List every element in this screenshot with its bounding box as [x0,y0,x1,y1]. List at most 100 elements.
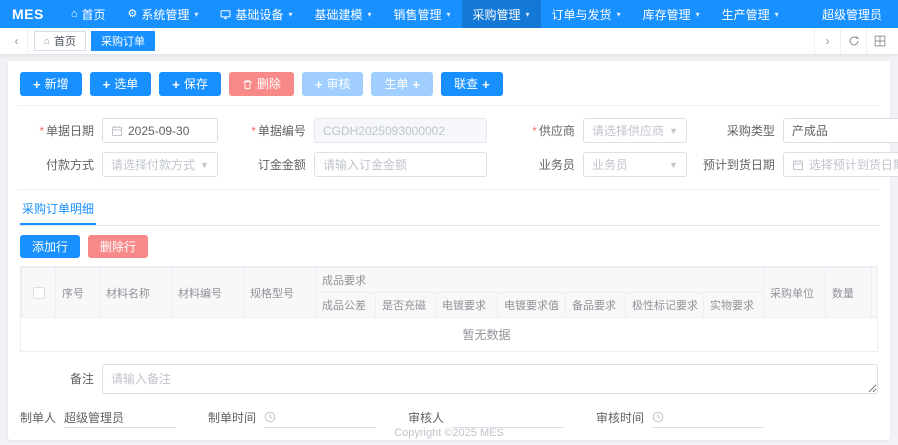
detail-table-container: 序号 材料名称 材料编号 规格型号 成品要求 采购单位 数量 计量单位 成品公差… [20,266,878,352]
tab-purchase-order[interactable]: 采购订单 [91,31,155,51]
tabs-scroll-left-icon[interactable]: ‹ [6,28,28,54]
field-label: 供应商 [501,122,583,139]
add-button[interactable]: + 新增 [20,72,82,96]
plus-icon: + [412,78,420,91]
payment-method-select[interactable]: 请选择付款方式 ▼ [102,152,218,177]
chevron-down-icon: ▾ [696,10,700,19]
tabs-scroll-right-icon[interactable]: › [814,28,840,54]
doc-date-input[interactable]: 2025-09-30 [102,118,218,143]
purchase-order-panel: + 新增 + 选单 + 保存 删除 + 审核 生单 + 联查 + 单据 [8,61,890,440]
generate-order-button[interactable]: 生单 + [371,72,433,96]
chevron-down-icon: ▼ [200,160,209,170]
nav-item-order-shipping[interactable]: 订单与发货 ▾ [541,0,632,28]
refresh-icon[interactable] [840,28,866,54]
plus-icon: + [315,78,323,91]
nav-item-label: 系统管理 [141,6,189,23]
audit-time-value [652,407,764,428]
calendar-icon [111,125,123,137]
doc-date-field: 单据日期 2025-09-30 [20,118,218,143]
gear-icon: ⚙ [128,9,138,20]
nav-item-basic-equipment[interactable]: 基础设备 ▾ [209,0,303,28]
nav-item-label: 库存管理 [643,6,691,23]
col-material-name: 材料名称 [100,268,172,318]
delete-button[interactable]: 删除 [229,72,294,96]
clock-icon [652,411,664,423]
save-button[interactable]: + 保存 [159,72,221,96]
field-label: 备注 [20,364,102,394]
chevron-down-icon: ▼ [669,160,678,170]
chevron-down-icon: ▾ [617,10,621,19]
nav-item-label: 生产管理 [722,6,770,23]
home-icon: ⌂ [71,9,78,20]
creator-field: 制单人 超级管理员 [20,407,176,428]
chevron-down-icon: ▾ [775,10,779,19]
tab-bar: ‹ ⌂ 首页 采购订单 › [0,28,898,55]
user-menu[interactable]: 超级管理员 [818,6,886,23]
calendar-icon [792,159,804,171]
col-finished-tolerance: 成品公差 [316,293,376,318]
col-quantity: 数量 [826,268,872,318]
deposit-amount-field: 订金金额 [232,152,487,177]
nav-item-label: 基础设备 [235,6,283,23]
field-label: 审核时间 [596,409,652,426]
creator-value: 超级管理员 [64,407,176,428]
nav-item-home[interactable]: ⌂ 首页 [60,0,117,28]
purchase-type-field: 采购类型 产成品 ▼ [701,118,898,143]
supplier-select[interactable]: 请选择供应商 ▼ [583,118,687,143]
remarks-textarea[interactable] [102,364,878,394]
nav-item-inventory-mgmt[interactable]: 库存管理 ▾ [632,0,711,28]
nav-item-label: 订单与发货 [552,6,612,23]
col-plating-req: 电镀要求 [436,293,498,318]
plus-icon: + [172,78,180,91]
tab-order-detail[interactable]: 采购订单明细 [20,196,96,225]
select-order-button[interactable]: + 选单 [90,72,152,96]
col-plating-req-value: 电镀要求值 [498,293,566,318]
deposit-amount-input[interactable] [314,152,487,177]
col-spec: 规格型号 [244,268,316,318]
audit-button[interactable]: + 审核 [302,72,364,96]
app-logo[interactable]: MES [12,6,44,22]
order-detail-section: 采购订单明细 添加行 删除行 序号 材料名称 [18,189,880,352]
col-measure-unit: 计量单位 [872,268,878,318]
nav-item-basic-modeling[interactable]: 基础建模 ▾ [303,0,382,28]
nav-item-label: 首页 [82,6,106,23]
col-seq: 序号 [56,268,100,318]
col-physical-req: 实物要求 [704,293,764,318]
field-label: 预计到货日期 [701,156,783,173]
chevron-down-icon: ▾ [194,10,198,19]
add-row-button[interactable]: 添加行 [20,235,80,258]
auditor-field: 审核人 [408,407,564,428]
purchase-type-select[interactable]: 产成品 ▼ [783,118,898,143]
create-time-field: 制单时间 [208,407,376,428]
nav-item-purchase-mgmt[interactable]: 采购管理 ▾ [462,0,541,28]
chevron-down-icon: ▼ [669,126,678,136]
detail-table: 序号 材料名称 材料编号 规格型号 成品要求 采购单位 数量 计量单位 成品公差… [21,267,878,351]
col-purchase-unit: 采购单位 [764,268,826,318]
col-magnetized: 是否充磁 [376,293,436,318]
field-label: 单据编号 [232,122,314,139]
nav-item-sales-mgmt[interactable]: 销售管理 ▾ [382,0,461,28]
tab-actions: › [814,28,892,54]
nav-item-label: 销售管理 [393,6,441,23]
auditor-value [452,407,564,428]
doc-no-input: CGDH2025093000002 [314,118,487,143]
tab-home[interactable]: ⌂ 首页 [34,31,86,51]
field-label: 订金金额 [232,156,314,173]
chevron-down-icon: ▾ [447,10,451,19]
nav-item-system-mgmt[interactable]: ⚙ 系统管理 ▾ [117,0,210,28]
chevron-down-icon: ▾ [288,10,292,19]
layout-grid-icon[interactable] [866,28,892,54]
salesman-select[interactable]: 业务员 ▼ [583,152,687,177]
nav-item-production-mgmt[interactable]: 生产管理 ▾ [711,0,790,28]
linked-query-button[interactable]: 联查 + [441,72,503,96]
tab-label: 首页 [54,33,76,49]
main-menu: ⌂ 首页 ⚙ 系统管理 ▾ 基础设备 ▾ 基础建模 ▾ 销售管理 ▾ 采购管理 … [60,0,818,28]
field-label: 制单时间 [208,409,264,426]
select-all-checkbox[interactable] [33,287,45,299]
delete-row-button[interactable]: 删除行 [88,235,148,258]
remarks-field: 备注 [18,364,880,394]
nav-item-label: 基础建模 [314,6,362,23]
expected-arrival-date-input[interactable]: 选择预计到货日期 [783,152,898,177]
field-label: 制单人 [20,409,64,426]
doc-no-field: 单据编号 CGDH2025093000002 [232,118,487,143]
